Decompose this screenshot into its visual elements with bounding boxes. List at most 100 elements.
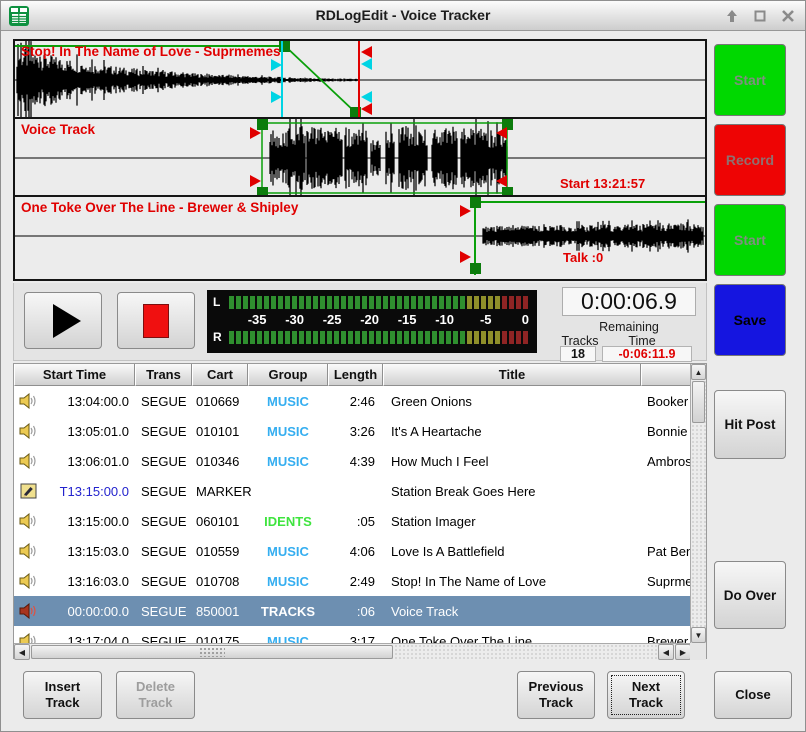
- cell-start: 13:05:01.0: [42, 424, 135, 439]
- column-header-artist[interactable]: [641, 364, 692, 386]
- start-segue-button[interactable]: Start: [714, 44, 786, 116]
- meter-segment: [404, 331, 409, 344]
- meter-segment: [509, 296, 514, 309]
- log-row-7[interactable]: 13:16:03.0SEGUE010708MUSIC2:49Stop! In T…: [14, 566, 692, 596]
- log-row-9[interactable]: 13:17:04.0SEGUE010175MUSIC3:17One Toke O…: [14, 626, 692, 643]
- speaker-icon: [14, 423, 42, 439]
- track-title: One Toke Over The Line - Brewer & Shiple…: [21, 200, 298, 215]
- log-row-4[interactable]: T13:15:00.0SEGUEMARKERStation Break Goes…: [14, 476, 692, 506]
- meter-segment: [418, 331, 423, 344]
- meter-segment: [404, 296, 409, 309]
- cell-len: 4:06: [328, 544, 383, 559]
- log-row-8[interactable]: 00:00:00.0SEGUE850001TRACKS:06Voice Trac…: [14, 596, 692, 626]
- meter-segment: [348, 331, 353, 344]
- meter-segment: [320, 296, 325, 309]
- meter-segment: [390, 331, 395, 344]
- speaker-icon: [14, 573, 42, 589]
- previous-track-button[interactable]: Previous Track: [517, 671, 595, 719]
- scroll-up-icon[interactable]: ▲: [691, 364, 706, 380]
- maximize-icon[interactable]: [751, 7, 769, 25]
- stop-button[interactable]: [117, 292, 195, 349]
- scroll-left-icon[interactable]: ◀: [14, 644, 30, 660]
- cell-len: 4:39: [328, 454, 383, 469]
- column-header-length[interactable]: Length: [328, 364, 383, 386]
- shade-icon[interactable]: [723, 7, 741, 25]
- cell-trans: SEGUE: [135, 604, 192, 619]
- meter-scale-tick: -20: [342, 312, 380, 327]
- next-track-button[interactable]: Next Track: [607, 671, 685, 719]
- start-next-button[interactable]: Start: [714, 204, 786, 276]
- save-button[interactable]: Save: [714, 284, 786, 356]
- cell-trans: SEGUE: [135, 634, 192, 644]
- meter-segment: [411, 296, 416, 309]
- audio-level-meter: L -35-30-25-20-15-10-50 R: [207, 290, 537, 353]
- speaker-icon: [14, 453, 42, 469]
- column-header-cart[interactable]: Cart: [192, 364, 248, 386]
- meter-segment: [425, 331, 430, 344]
- cell-len: 2:46: [328, 394, 383, 409]
- cell-artist: Pat Benata: [641, 544, 692, 559]
- log-row-2[interactable]: 13:05:01.0SEGUE010101MUSIC3:26It's A Hea…: [14, 416, 692, 446]
- meter-segment: [516, 331, 521, 344]
- cell-group: TRACKS: [248, 604, 328, 619]
- close-icon[interactable]: [779, 7, 797, 25]
- hscroll-thumb[interactable]: [31, 645, 393, 659]
- cell-artist: Brewer & S: [641, 634, 692, 644]
- speaker-icon: [14, 513, 42, 529]
- waveform-track-voice[interactable]: Voice Track Start 13:21:57: [15, 119, 705, 197]
- scroll-left2-icon[interactable]: ◀: [658, 644, 674, 660]
- meter-segment: [516, 296, 521, 309]
- meter-segment: [341, 296, 346, 309]
- meter-segment: [390, 296, 395, 309]
- cell-group: MUSIC: [248, 574, 328, 589]
- waveform-track-outgoing[interactable]: Stop! In The Name of Love - Suprmemes: [15, 41, 705, 119]
- close-button[interactable]: Close: [714, 671, 792, 719]
- cell-trans: SEGUE: [135, 514, 192, 529]
- meter-segment: [474, 296, 479, 309]
- log-row-1[interactable]: 13:04:00.0SEGUE010669MUSIC2:46Green Onio…: [14, 386, 692, 416]
- cell-title: Voice Track: [383, 604, 641, 619]
- meter-scale-tick: -15: [379, 312, 417, 327]
- stop-icon: [143, 304, 169, 338]
- play-icon: [53, 304, 81, 338]
- column-header-group[interactable]: Group: [248, 364, 328, 386]
- play-button[interactable]: [24, 292, 102, 349]
- window-title: RDLogEdit - Voice Tracker: [1, 7, 805, 23]
- speaker-icon: [14, 393, 42, 409]
- column-header-title[interactable]: Title: [383, 364, 641, 386]
- delete-track-button: Delete Track: [116, 671, 195, 719]
- meter-segment: [278, 296, 283, 309]
- column-header-trans[interactable]: Trans: [135, 364, 192, 386]
- cell-group: MUSIC: [248, 634, 328, 644]
- record-button[interactable]: Record: [714, 124, 786, 196]
- meter-segment: [257, 331, 262, 344]
- log-row-5[interactable]: 13:15:00.0SEGUE060101IDENTS:05Station Im…: [14, 506, 692, 536]
- meter-segment: [264, 296, 269, 309]
- cell-start: 00:00:00.0: [42, 604, 135, 619]
- log-row-3[interactable]: 13:06:01.0SEGUE010346MUSIC4:39How Much I…: [14, 446, 692, 476]
- do-over-button[interactable]: Do Over: [714, 561, 786, 629]
- horizontal-scrollbar[interactable]: ◀◀▶: [14, 643, 692, 660]
- cell-len: :06: [328, 604, 383, 619]
- log-row-6[interactable]: 13:15:03.0SEGUE010559MUSIC4:06Love Is A …: [14, 536, 692, 566]
- meter-segment: [327, 296, 332, 309]
- meter-segment: [362, 296, 367, 309]
- cell-title: Stop! In The Name of Love: [383, 574, 641, 589]
- vscroll-thumb[interactable]: [692, 381, 705, 423]
- cell-len: :05: [328, 514, 383, 529]
- meter-segment: [306, 331, 311, 344]
- meter-segment: [278, 331, 283, 344]
- waveform-track-incoming[interactable]: One Toke Over The Line - Brewer & Shiple…: [15, 197, 705, 275]
- column-header-start-time[interactable]: Start Time: [14, 364, 135, 386]
- scroll-down-icon[interactable]: ▼: [691, 627, 706, 643]
- titlebar[interactable]: RDLogEdit - Voice Tracker: [1, 1, 805, 31]
- meter-segment: [243, 331, 248, 344]
- meter-scale-tick: -35: [229, 312, 267, 327]
- hit-post-button[interactable]: Hit Post: [714, 390, 786, 459]
- scroll-right-icon[interactable]: ▶: [675, 644, 691, 660]
- vertical-scrollbar[interactable]: ▲▼: [690, 364, 706, 643]
- cell-title: How Much I Feel: [383, 454, 641, 469]
- insert-track-button[interactable]: Insert Track: [23, 671, 102, 719]
- meter-segment: [425, 296, 430, 309]
- window-controls: [723, 7, 797, 25]
